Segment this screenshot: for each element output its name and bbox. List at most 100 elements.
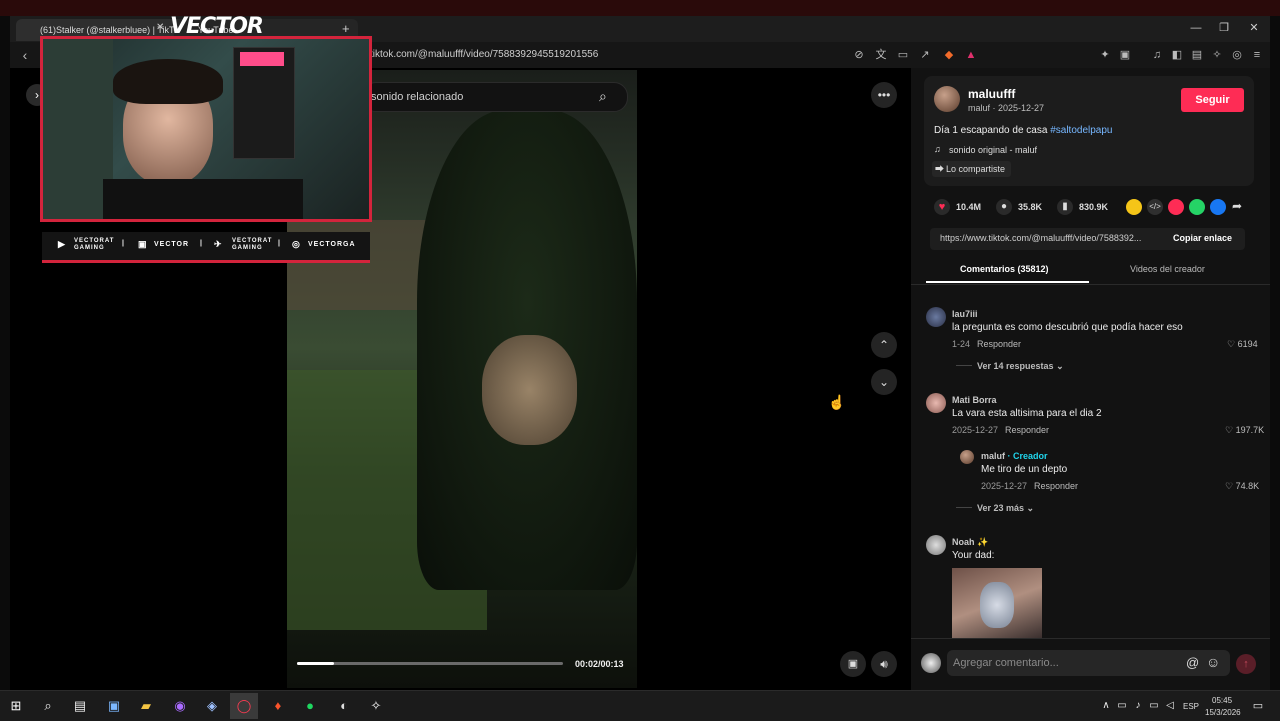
view-replies-button[interactable]: Ver 14 respuestas ⌄ <box>977 361 1064 372</box>
follow-button[interactable]: Seguir <box>1181 88 1244 112</box>
spotify-icon[interactable]: ● <box>302 698 318 714</box>
volume-icon[interactable]: 🔊︎ <box>871 651 897 677</box>
divider: | <box>278 240 281 247</box>
replies-line <box>956 365 972 366</box>
more-options-icon[interactable]: ••• <box>871 82 897 108</box>
copy-link-button[interactable]: Copiar enlace <box>1173 233 1232 243</box>
comment-like[interactable]: ♡ 6194 <box>1227 339 1258 350</box>
my-avatar[interactable] <box>921 653 941 673</box>
embed-icon[interactable]: </> <box>1147 199 1163 215</box>
cast-icon[interactable]: ▭ <box>896 48 910 62</box>
video-link[interactable]: https://www.tiktok.com/@maluufff/video/7… <box>940 233 1141 243</box>
tab-close-icon[interactable]: ✕ <box>156 22 164 33</box>
like-icon[interactable]: ♥ <box>934 199 950 215</box>
clock-date[interactable]: 15/3/2026 <box>1205 708 1241 717</box>
vpn-icon[interactable]: ◎ <box>1230 48 1244 62</box>
steam-icon[interactable]: ◈ <box>204 698 220 714</box>
comment-user[interactable]: lau7iii <box>952 309 978 319</box>
mic-icon[interactable]: ♪ <box>1130 698 1146 714</box>
author-handle-date: maluf · 2025-12-27 <box>968 103 1045 113</box>
view-more-button[interactable]: Ver 23 más ⌄ <box>977 503 1034 514</box>
obs-icon[interactable]: ◉ <box>172 698 188 714</box>
reply-button[interactable]: Responder <box>1034 481 1078 491</box>
chrome-icon[interactable]: ◐ <box>336 698 352 714</box>
brave-rewards-icon[interactable]: ▲ <box>964 48 978 62</box>
minimize-icon[interactable]: — <box>1182 18 1210 38</box>
comment-image[interactable] <box>952 568 1042 638</box>
more-share-icon[interactable]: ➦ <box>1232 199 1242 213</box>
replies-line <box>956 507 972 508</box>
prev-video-arrow-icon[interactable]: ⌃ <box>871 332 897 358</box>
related-search[interactable]: sonido relacionado ⌕ <box>362 82 628 112</box>
pip-icon[interactable]: ▣ <box>840 651 866 677</box>
brave-shield-icon[interactable]: ◆ <box>942 48 956 62</box>
post-comment-button[interactable]: ↑ <box>1236 654 1256 674</box>
save-count: 830.9K <box>1079 202 1109 212</box>
author-username[interactable]: maluufff <box>968 87 1015 101</box>
search-taskbar-icon[interactable]: ⌕ <box>40 698 56 714</box>
back-icon[interactable]: ‹ <box>18 48 32 62</box>
tray-app-icon[interactable]: ▭ <box>1114 698 1130 714</box>
start-icon[interactable]: ⊞ <box>8 698 24 714</box>
caption-text: Día 1 escapando de casa <box>934 125 1048 136</box>
hashtag-link[interactable]: #saltodelpapu <box>1050 125 1112 136</box>
sound-link[interactable]: sonido original - maluf <box>949 145 1037 155</box>
repost-icon[interactable] <box>1126 199 1142 215</box>
network-icon[interactable]: ▭ <box>1146 698 1162 714</box>
mute-site-icon[interactable]: ⊘ <box>852 48 866 62</box>
language-indicator[interactable]: ESP <box>1183 702 1199 711</box>
leo-icon[interactable]: ✧ <box>1210 48 1224 62</box>
like-count: 10.4M <box>956 202 982 212</box>
app-icon[interactable]: ▣ <box>106 698 122 714</box>
comment-avatar[interactable] <box>926 535 946 555</box>
author-avatar[interactable] <box>934 86 960 112</box>
volume-tray-icon[interactable]: ◁ <box>1162 698 1178 714</box>
bookmark-icon[interactable]: ▮ <box>1057 199 1073 215</box>
app2-icon[interactable]: ✧ <box>368 698 384 714</box>
tab-comments[interactable]: Comentarios (35812) <box>960 264 1049 274</box>
emoji-icon[interactable]: ☺ <box>1206 654 1220 670</box>
facebook-icon[interactable] <box>1210 199 1226 215</box>
next-video-arrow-icon[interactable]: ⌄ <box>871 369 897 395</box>
comment-icon[interactable]: ● <box>996 199 1012 215</box>
maximize-icon[interactable]: ❐ <box>1210 18 1238 38</box>
menu-icon[interactable]: ≡ <box>1250 48 1264 62</box>
task-view-icon[interactable]: ▤ <box>72 698 88 714</box>
new-tab-button[interactable]: + <box>342 21 350 36</box>
close-window-icon[interactable]: ✕ <box>1240 18 1268 38</box>
opera-icon[interactable]: ◯ <box>236 698 252 714</box>
comment-avatar[interactable] <box>926 393 946 413</box>
view-more-label: Ver 23 más <box>977 503 1025 513</box>
reply-avatar[interactable] <box>960 450 974 464</box>
translate-icon[interactable]: 文 <box>874 48 888 62</box>
clock-time[interactable]: 05:45 <box>1212 696 1232 705</box>
reader-icon[interactable]: ▣ <box>1118 48 1132 62</box>
comment-user[interactable]: Noah ✨ <box>952 537 988 548</box>
arcade-marquee <box>240 52 284 66</box>
reply-username: maluf <box>981 451 1006 461</box>
mention-icon[interactable]: @ <box>1186 655 1199 670</box>
comment-avatar[interactable] <box>926 307 946 327</box>
search-icon[interactable]: ⌕ <box>599 88 607 105</box>
reply-user[interactable]: maluf · Creador <box>981 451 1048 461</box>
reply-button[interactable]: Responder <box>1005 425 1049 435</box>
send-icon[interactable] <box>1168 199 1184 215</box>
comment-like[interactable]: ♡ 197.7K <box>1225 425 1264 436</box>
sidebar-icon[interactable]: ◧ <box>1170 48 1184 62</box>
comment-user[interactable]: Mati Borra <box>952 395 997 405</box>
media-icon[interactable]: ♫ <box>1150 48 1164 62</box>
share-page-icon[interactable]: ↗ <box>918 48 932 62</box>
tab-creator-videos[interactable]: Videos del creador <box>1130 264 1205 274</box>
brave-icon[interactable]: ♦ <box>270 698 286 714</box>
comment-like[interactable]: ♡ 74.8K <box>1225 481 1259 492</box>
twitch-icon: ▣ <box>138 239 148 249</box>
extensions-icon[interactable]: ✦ <box>1098 48 1112 62</box>
whatsapp-icon[interactable] <box>1189 199 1205 215</box>
reply-button[interactable]: Responder <box>977 339 1021 349</box>
file-explorer-icon[interactable]: ▰ <box>138 698 154 714</box>
wallet-icon[interactable]: ▤ <box>1190 48 1204 62</box>
tray-chevron-icon[interactable]: ∧ <box>1098 698 1114 714</box>
notifications-icon[interactable]: ▭ <box>1250 698 1266 714</box>
video-progress-bar[interactable] <box>297 662 563 665</box>
comment-input[interactable]: Agregar comentario... @ ☺ <box>947 650 1230 676</box>
